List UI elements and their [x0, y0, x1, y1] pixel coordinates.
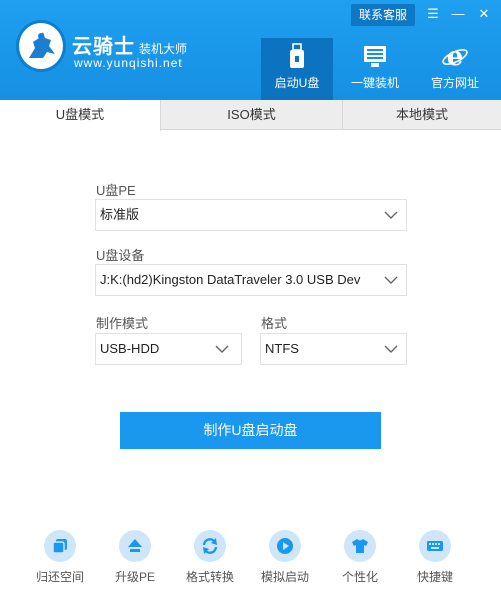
minimize-icon[interactable]: —	[448, 4, 468, 24]
mode-value: USB-HDD	[100, 341, 160, 356]
nav-label: 一键装机	[350, 76, 399, 90]
shortcut-keys-button[interactable]: 快捷键	[400, 530, 470, 586]
keyboard-icon	[419, 530, 451, 562]
tool-label: 归还空间	[35, 570, 84, 584]
brand-subtitle: 装机大师	[139, 42, 188, 56]
brand: 云骑士 装机大师	[72, 30, 187, 59]
pe-select[interactable]: 标准版	[95, 199, 407, 231]
personalize-button[interactable]: 个性化	[325, 530, 395, 586]
close-icon[interactable]: ✕	[474, 4, 494, 24]
upgrade-icon	[119, 530, 151, 562]
menu-icon[interactable]: ☰	[423, 4, 443, 24]
tool-label: 快捷键	[416, 570, 453, 584]
device-value: J:K:(hd2)Kingston DataTraveler 3.0 USB D…	[100, 272, 361, 287]
tool-label: 格式转换	[185, 570, 234, 584]
nav-label: 官方网址	[430, 76, 479, 90]
nav-label: 启动U盘	[274, 76, 320, 90]
simulate-boot-button[interactable]: 模拟启动	[250, 530, 320, 586]
device-select[interactable]: J:K:(hd2)Kingston DataTraveler 3.0 USB D…	[95, 264, 407, 296]
mode-select[interactable]: USB-HDD	[95, 333, 242, 365]
make-usb-boot-button[interactable]: 制作U盘启动盘	[120, 412, 381, 449]
contact-support-button[interactable]: 联系客服	[351, 4, 415, 26]
convert-icon	[194, 530, 226, 562]
chevron-down-icon	[215, 345, 229, 353]
knight-logo-icon	[16, 20, 66, 72]
tab-local-mode[interactable]: 本地模式	[343, 100, 501, 130]
restore-space-icon	[44, 530, 76, 562]
format-label: 格式	[261, 316, 288, 331]
nav-official-site[interactable]: e 官方网址	[419, 38, 491, 100]
chevron-down-icon	[384, 345, 398, 353]
mode-tabs: U盘模式 ISO模式 本地模式	[0, 100, 501, 131]
nav-one-click-install[interactable]: 一键装机	[339, 38, 411, 100]
device-label: U盘设备	[96, 248, 145, 263]
tool-label: 个性化	[341, 570, 378, 584]
tab-usb-mode[interactable]: U盘模式	[0, 100, 161, 131]
title-bar: 云骑士 装机大师 www.yunqishi.net 联系客服 ☰ — ✕ 启动U盘…	[0, 0, 501, 100]
format-value: NTFS	[265, 341, 299, 356]
tab-iso-mode[interactable]: ISO模式	[161, 100, 343, 130]
nav-usb-boot[interactable]: 启动U盘	[261, 38, 333, 100]
tool-label: 模拟启动	[260, 570, 309, 584]
chevron-down-icon	[384, 276, 398, 284]
brand-name: 云骑士	[72, 36, 135, 58]
restore-space-button[interactable]: 归还空间	[25, 530, 95, 586]
tool-label: 升级PE	[114, 570, 155, 584]
upgrade-pe-button[interactable]: 升级PE	[100, 530, 170, 586]
brand-url: www.yunqishi.net	[74, 56, 183, 70]
ie-browser-icon: e	[419, 42, 491, 72]
monitor-icon	[339, 42, 411, 70]
format-select[interactable]: NTFS	[260, 333, 407, 365]
usb-icon	[261, 42, 333, 70]
format-convert-button[interactable]: 格式转换	[175, 530, 245, 586]
chevron-down-icon	[384, 211, 398, 219]
play-icon	[269, 530, 301, 562]
pe-value: 标准版	[100, 207, 140, 222]
mode-label: 制作模式	[96, 316, 149, 331]
svg-text:e: e	[447, 42, 464, 70]
tshirt-icon	[344, 530, 376, 562]
pe-label: U盘PE	[96, 183, 136, 198]
